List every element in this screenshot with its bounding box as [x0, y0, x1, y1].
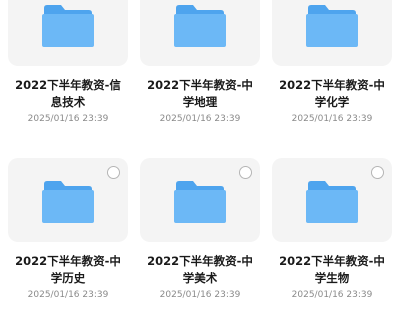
folder-icon: [306, 5, 358, 47]
folder-thumbnail: [140, 158, 260, 242]
folder-date: 2025/01/16 23:39: [27, 114, 109, 124]
folder-name: 2022下半年教资-中学生物: [279, 254, 385, 285]
folder-item[interactable]: 2022下半年教资-中学化学 2025/01/16 23:39: [270, 0, 394, 158]
folder-date: 2025/01/16 23:39: [291, 114, 373, 124]
folder-name: 2022下半年教资-中学美术: [147, 254, 253, 285]
folder-item[interactable]: 2022下半年教资-中学历史 2025/01/16 23:39: [6, 158, 130, 334]
folder-thumbnail: [272, 158, 392, 242]
select-checkbox[interactable]: [239, 166, 252, 179]
folder-name: 2022下半年教资-中学地理: [147, 78, 253, 109]
folder-name: 2022下半年教资-中学化学: [279, 78, 385, 109]
folder-thumbnail: [140, 0, 260, 66]
folder-name: 2022下半年教资-信息技术: [15, 78, 121, 109]
folder-date: 2025/01/16 23:39: [159, 290, 241, 300]
folder-icon: [174, 181, 226, 223]
folder-date: 2025/01/16 23:39: [291, 290, 373, 300]
folder-icon: [174, 5, 226, 47]
select-checkbox[interactable]: [371, 166, 384, 179]
folder-date: 2025/01/16 23:39: [27, 290, 109, 300]
file-grid: 2022下半年教资-信息技术 2025/01/16 23:39 2022下半年教…: [0, 0, 400, 334]
folder-icon: [42, 181, 94, 223]
folder-thumbnail: [8, 0, 128, 66]
select-checkbox[interactable]: [107, 166, 120, 179]
folder-icon: [42, 5, 94, 47]
folder-icon: [306, 181, 358, 223]
folder-thumbnail: [8, 158, 128, 242]
folder-name: 2022下半年教资-中学历史: [15, 254, 121, 285]
folder-item[interactable]: 2022下半年教资-中学生物 2025/01/16 23:39: [270, 158, 394, 334]
folder-thumbnail: [272, 0, 392, 66]
folder-item[interactable]: 2022下半年教资-中学地理 2025/01/16 23:39: [138, 0, 262, 158]
folder-date: 2025/01/16 23:39: [159, 114, 241, 124]
folder-item[interactable]: 2022下半年教资-信息技术 2025/01/16 23:39: [6, 0, 130, 158]
folder-item[interactable]: 2022下半年教资-中学美术 2025/01/16 23:39: [138, 158, 262, 334]
